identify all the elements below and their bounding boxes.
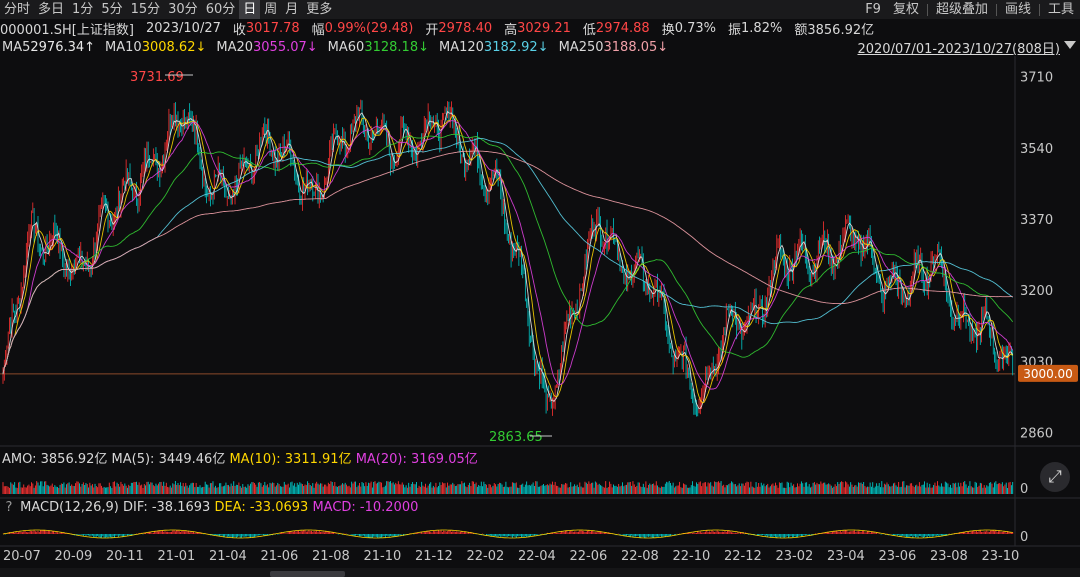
x-tick-label: 21-08 bbox=[312, 549, 350, 564]
high-annotation: 3731.69 bbox=[130, 70, 184, 85]
amo-ma10: MA(10): 3311.91亿 bbox=[229, 452, 352, 467]
x-tick-label: 20-09 bbox=[54, 549, 93, 564]
x-tick-label: 21-12 bbox=[415, 549, 453, 564]
x-tick-label: 23-10 bbox=[981, 549, 1020, 564]
y-tick-label: 3370 bbox=[1020, 213, 1053, 228]
x-tick-label: 21-01 bbox=[157, 549, 196, 564]
x-tick-label: 22-10 bbox=[672, 549, 711, 564]
x-tick-label: 21-10 bbox=[363, 549, 402, 564]
x-tick-label: 21-06 bbox=[260, 549, 299, 564]
amo-ma5: MA(5): 3449.46亿 bbox=[111, 452, 226, 467]
y-tick-label: 3710 bbox=[1020, 71, 1053, 86]
x-tick-label: 23-08 bbox=[930, 549, 968, 564]
kline-chart[interactable]: 3710354033703200303028603000.003731.6928… bbox=[0, 0, 1080, 577]
help-icon[interactable]: ? bbox=[2, 500, 16, 515]
x-tick-label: 23-04 bbox=[827, 549, 865, 564]
macd-legend: ? MACD(12,26,9) DIF: -38.1693 DEA: -33.0… bbox=[2, 500, 419, 515]
scrollbar-thumb[interactable] bbox=[270, 571, 345, 577]
macd-value: MACD: -10.2000 bbox=[312, 500, 419, 515]
macd-dif: DIF: -38.1693 bbox=[123, 500, 211, 515]
chart-scrollbar[interactable] bbox=[0, 568, 1080, 577]
x-axis: 20-07 20-09 20-11 21-01 21-04 21-06 21-08 21-10… bbox=[0, 546, 1080, 566]
low-annotation: 2863.65 bbox=[489, 430, 543, 445]
amo-ma20: MA(20): 3169.05亿 bbox=[355, 452, 478, 467]
x-tick-label: 22-12 bbox=[724, 549, 762, 564]
x-tick-label: 20-07 bbox=[3, 549, 41, 564]
y-tick-label: 3540 bbox=[1020, 142, 1053, 157]
x-tick-label: 21-04 bbox=[209, 549, 247, 564]
x-tick-label: 22-04 bbox=[518, 549, 556, 564]
x-tick-label: 23-06 bbox=[878, 549, 917, 564]
macd-label: MACD(12,26,9) bbox=[20, 500, 119, 515]
x-tick-label: 22-02 bbox=[466, 549, 505, 564]
macd-zero-label: 0 bbox=[1020, 530, 1028, 545]
y-tick-label: 2860 bbox=[1020, 426, 1053, 441]
x-tick-label: 23-02 bbox=[775, 549, 814, 564]
current-price-value: 3000.00 bbox=[1023, 367, 1073, 381]
x-tick-label: 20-11 bbox=[106, 549, 144, 564]
amo-zero-label: 0 bbox=[1020, 482, 1028, 497]
x-tick-label: 22-06 bbox=[569, 549, 608, 564]
y-tick-label: 3200 bbox=[1020, 284, 1053, 299]
macd-dea: DEA: -33.0693 bbox=[214, 500, 309, 515]
amo-label: AMO: 3856.92亿 bbox=[2, 452, 108, 467]
amo-legend: AMO: 3856.92亿 MA(5): 3449.46亿 MA(10): 33… bbox=[2, 448, 478, 467]
expand-icon[interactable]: ⤢ bbox=[1040, 462, 1070, 492]
x-tick-label: 22-08 bbox=[621, 549, 659, 564]
